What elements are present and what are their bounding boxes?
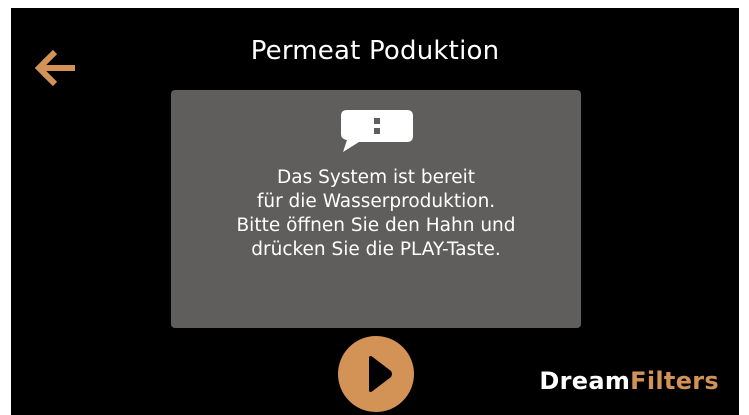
play-icon: [369, 356, 392, 392]
message-alert-icon: [341, 110, 413, 152]
brand-logo-part2: Filters: [630, 367, 719, 395]
app-screen: Permeat Poduktion Das System ist bereit …: [11, 8, 739, 415]
play-button[interactable]: [338, 336, 414, 412]
info-dialog: Das System ist bereit für die Wasserprod…: [171, 90, 581, 328]
dialog-message-line: Bitte öffnen Sie den Hahn und: [236, 215, 516, 236]
page-title: Permeat Poduktion: [250, 36, 500, 66]
dialog-message-line: drücken Sie die PLAY-Taste.: [251, 239, 501, 260]
dialog-message: Das System ist bereit für die Wasserprod…: [171, 166, 581, 262]
brand-logo-part1: Dream: [539, 367, 631, 395]
dialog-message-line: für die Wasserproduktion.: [256, 191, 496, 212]
brand-logo: DreamFilters: [539, 367, 719, 395]
dialog-message-line: Das System ist bereit: [277, 167, 475, 188]
